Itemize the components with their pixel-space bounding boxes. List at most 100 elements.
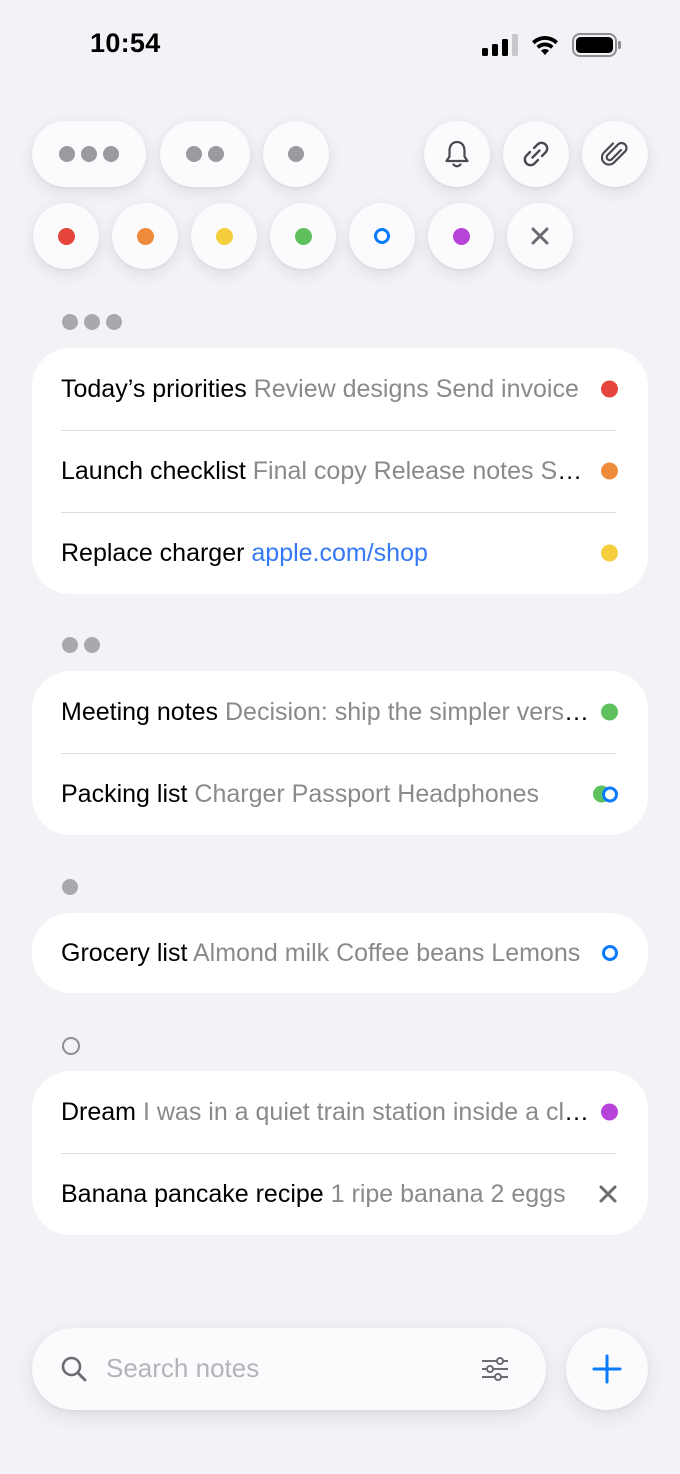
filter-color-orange-button[interactable] xyxy=(112,203,178,269)
green-dot-icon xyxy=(601,703,618,721)
note-title: Replace charger xyxy=(61,539,245,567)
filter-color-yellow-button[interactable] xyxy=(191,203,257,269)
priority-dot-icon xyxy=(288,146,304,162)
filter-clear-button[interactable] xyxy=(507,203,573,269)
search-icon xyxy=(61,1356,87,1382)
search-bar[interactable]: Search notes xyxy=(32,1328,546,1410)
priority-dot-icon xyxy=(62,314,78,330)
note-title: Grocery list xyxy=(61,939,188,967)
cellular-signal-icon xyxy=(482,34,518,56)
x-mark-icon xyxy=(599,1185,617,1203)
note-preview: 1 ripe banana 2 eggs xyxy=(330,1180,566,1208)
note-color-mark xyxy=(602,945,618,961)
note-link[interactable]: apple.com/shop xyxy=(251,539,428,567)
note-text: Dream I was in a quiet train station ins… xyxy=(61,1096,590,1128)
section-header-no-priority xyxy=(62,1037,80,1055)
note-row[interactable]: Replace charger apple.com/shop xyxy=(32,512,648,594)
note-color-mark xyxy=(598,1184,618,1204)
note-title: Banana pancake recipe xyxy=(61,1180,324,1208)
note-preview: Charger Passport Headphones xyxy=(194,780,540,808)
yellow-dot-icon xyxy=(215,227,233,245)
filter-color-green-button[interactable] xyxy=(270,203,336,269)
note-preview: Decision: ship the simpler version xyxy=(225,698,590,726)
section-header-priority-2 xyxy=(62,637,100,653)
yellow-dot-icon xyxy=(601,544,618,562)
purple-dot-icon xyxy=(452,227,470,245)
orange-dot-icon xyxy=(136,227,154,245)
note-title: Dream xyxy=(61,1098,137,1126)
note-preview: Almond milk Coffee beans Lemons xyxy=(192,939,581,967)
status-bar: 10:54 xyxy=(0,0,680,92)
note-title: Packing list xyxy=(61,780,188,808)
orange-dot-icon xyxy=(601,462,618,480)
note-color-mark xyxy=(601,462,618,480)
purple-dot-icon xyxy=(601,1103,618,1121)
note-color-mark xyxy=(593,785,618,803)
priority-dot-icon xyxy=(84,637,100,653)
green-dot-icon xyxy=(294,227,312,245)
priority-dot-icon xyxy=(59,146,75,162)
note-title: Meeting notes xyxy=(61,698,219,726)
note-text: Packing list Charger Passport Headphones xyxy=(61,778,590,810)
status-icons xyxy=(482,33,622,57)
note-text: Today’s priorities Review designs Send i… xyxy=(61,373,590,405)
priority-dot-icon xyxy=(84,314,100,330)
note-row[interactable]: Grocery list Almond milk Coffee beans Le… xyxy=(32,913,648,993)
note-row[interactable]: Dream I was in a quiet train station ins… xyxy=(32,1071,648,1153)
filter-attachments-button[interactable] xyxy=(582,121,648,187)
note-row[interactable]: Banana pancake recipe 1 ripe banana 2 eg… xyxy=(32,1153,648,1235)
bell-icon xyxy=(445,140,469,168)
empty-circle-icon xyxy=(62,1037,80,1055)
note-text: Grocery list Almond milk Coffee beans Le… xyxy=(61,937,590,969)
priority-dot-icon xyxy=(81,146,97,162)
priority-dot-icon xyxy=(103,146,119,162)
wifi-icon xyxy=(532,35,558,55)
note-preview: Final copy Release notes Screenshots xyxy=(252,457,590,485)
note-row[interactable]: Meeting notes Decision: ship the simpler… xyxy=(32,671,648,753)
priority-dot-icon xyxy=(62,637,78,653)
close-icon xyxy=(531,227,549,245)
note-row[interactable]: Today’s priorities Review designs Send i… xyxy=(32,348,648,430)
note-color-mark xyxy=(601,703,618,721)
note-text: Replace charger apple.com/shop xyxy=(61,537,590,569)
filter-priority-2-button[interactable] xyxy=(160,121,250,187)
blue-ring-icon xyxy=(602,786,618,802)
note-color-mark xyxy=(601,544,618,562)
section-header-priority-3 xyxy=(62,314,122,330)
priority-dot-icon xyxy=(186,146,202,162)
note-color-mark xyxy=(601,380,618,398)
note-title: Launch checklist xyxy=(61,457,246,485)
link-icon xyxy=(523,141,549,167)
add-note-button[interactable] xyxy=(566,1328,648,1410)
plus-icon xyxy=(592,1354,622,1384)
filter-priority-1-button[interactable] xyxy=(263,121,329,187)
note-text: Banana pancake recipe 1 ripe banana 2 eg… xyxy=(61,1178,590,1210)
note-row[interactable]: Packing list Charger Passport Headphones xyxy=(32,753,648,835)
note-text: Meeting notes Decision: ship the simpler… xyxy=(61,696,590,728)
notes-card-priority-2: Meeting notes Decision: ship the simpler… xyxy=(32,671,648,835)
note-preview: I was in a quiet train station inside a … xyxy=(142,1098,590,1126)
blue-ring-icon xyxy=(602,945,618,961)
filter-links-button[interactable] xyxy=(503,121,569,187)
notes-card-no-priority: Dream I was in a quiet train station ins… xyxy=(32,1071,648,1235)
priority-dot-icon xyxy=(106,314,122,330)
priority-dot-icon xyxy=(62,879,78,895)
filter-color-purple-button[interactable] xyxy=(428,203,494,269)
red-dot-icon xyxy=(57,227,75,245)
filter-color-blue-button[interactable] xyxy=(349,203,415,269)
filter-color-red-button[interactable] xyxy=(33,203,99,269)
notes-card-priority-3: Today’s priorities Review designs Send i… xyxy=(32,348,648,594)
status-time: 10:54 xyxy=(90,28,161,58)
paperclip-icon xyxy=(601,141,628,166)
search-input[interactable]: Search notes xyxy=(106,1353,259,1384)
note-text: Launch checklist Final copy Release note… xyxy=(61,455,590,487)
note-title: Today’s priorities xyxy=(61,375,247,403)
red-dot-icon xyxy=(601,380,618,398)
filter-reminders-button[interactable] xyxy=(424,121,490,187)
blue-ring-icon xyxy=(374,228,390,244)
note-row[interactable]: Launch checklist Final copy Release note… xyxy=(32,430,648,512)
filter-sliders-icon[interactable] xyxy=(481,1357,509,1381)
filter-priority-3-button[interactable] xyxy=(32,121,146,187)
section-header-priority-1 xyxy=(62,879,78,895)
note-color-mark xyxy=(601,1103,618,1121)
